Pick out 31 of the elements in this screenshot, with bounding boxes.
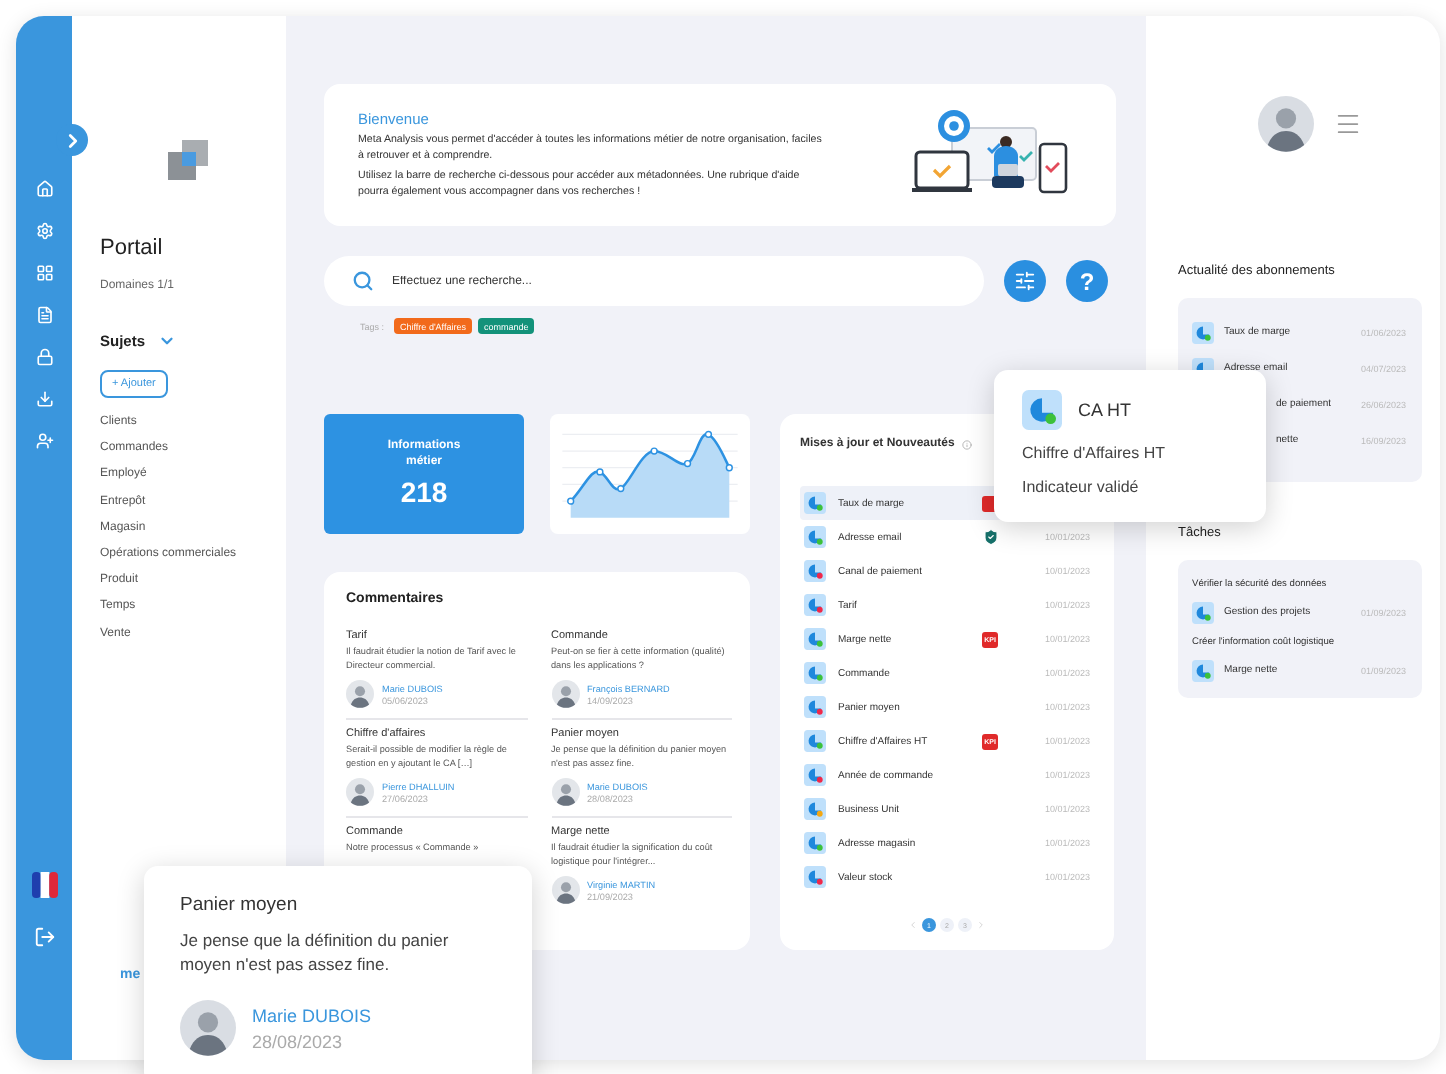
lock-icon[interactable] <box>35 348 53 366</box>
avatar-icon <box>551 876 579 904</box>
filter-button[interactable] <box>1004 260 1046 302</box>
search-icon <box>352 270 374 292</box>
settings-icon[interactable] <box>35 222 53 240</box>
download-icon[interactable] <box>35 390 53 408</box>
flag-icon[interactable] <box>31 872 57 898</box>
logout-icon[interactable] <box>33 926 55 948</box>
add-user-icon[interactable] <box>35 432 53 450</box>
document-icon[interactable] <box>35 306 53 324</box>
avatar-icon <box>180 1000 236 1056</box>
home-icon[interactable] <box>35 180 53 198</box>
shield-check-icon <box>981 528 999 546</box>
avatar-icon <box>551 680 579 708</box>
menu-icon[interactable] <box>1334 110 1362 138</box>
avatar-icon <box>1258 96 1314 152</box>
portal-title: Portail <box>100 236 165 260</box>
comment-date: 28/08/2023 <box>252 1031 345 1051</box>
popup-text: Je pense que la définition du panier moyen n'est pas assez fine. <box>180 928 451 976</box>
grid-icon[interactable] <box>35 264 53 282</box>
avatar-icon <box>346 778 374 806</box>
info-icon <box>962 439 973 449</box>
popup-title: CA HT <box>1078 400 1132 420</box>
sliders-icon <box>1014 270 1036 292</box>
chevron-down-icon <box>157 332 176 350</box>
avatar-icon <box>551 778 579 806</box>
avatar-icon <box>346 680 374 708</box>
popup-text: Chiffre d'Affaires HT <box>1022 444 1167 464</box>
logo-icon <box>167 140 207 180</box>
popup-title: Panier moyen <box>180 894 300 916</box>
stat-value: 218 <box>400 476 448 508</box>
